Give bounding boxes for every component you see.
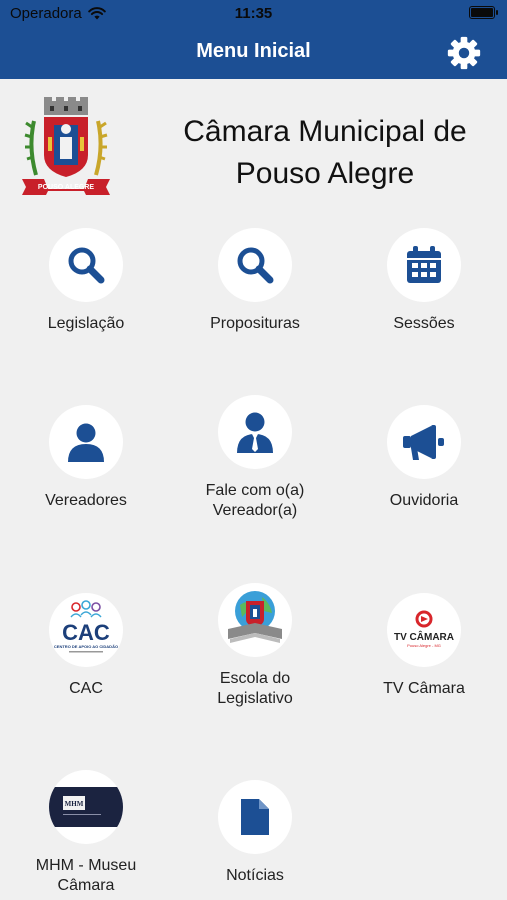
cac-logo: CAC CENTRO DE APOIO AO CIDADÃO — [49, 593, 123, 667]
menu-label-line2: Vereador(a) — [212, 502, 298, 519]
city-crest-logo: POUSO ALEGRE — [22, 97, 110, 195]
mhm-logo: MHM — [49, 770, 123, 844]
crest-banner-text: POUSO ALEGRE — [38, 184, 94, 191]
mhm-logo-text: MHM — [65, 800, 84, 808]
tv-camara-logo-subtitle: Pouso Alegre - MG — [407, 643, 441, 648]
search-icon — [49, 228, 123, 302]
institution-name: Câmara Municipal de Pouso Alegre — [160, 111, 490, 195]
menu-item-ouvidoria[interactable]: Ouvidoria — [344, 405, 504, 511]
calendar-icon — [387, 228, 461, 302]
menu-label-line2: Legislativo — [217, 690, 293, 707]
menu-item-noticias[interactable]: Notícias — [175, 780, 335, 886]
menu-label: CAC — [69, 680, 103, 697]
search-icon — [218, 228, 292, 302]
menu-item-mhm-museu[interactable]: MHM MHM - Museu Câmara — [6, 770, 166, 896]
menu-label: Proposituras — [210, 315, 300, 332]
menu-item-sessoes[interactable]: Sessões — [344, 228, 504, 334]
menu-label-line1: Escola do — [219, 670, 291, 687]
menu-item-tv-camara[interactable]: TV CÂMARA Pouso Alegre - MG TV Câmara — [344, 593, 504, 699]
menu-label: Legislação — [47, 315, 125, 332]
institution-name-line2: Pouso Alegre — [235, 157, 415, 190]
page-title: Menu Inicial — [196, 40, 311, 62]
school-logo — [218, 583, 292, 657]
menu-item-proposituras[interactable]: Proposituras — [175, 228, 335, 334]
status-bar: Operadora 11:35 — [0, 0, 507, 26]
menu-label: Ouvidoria — [389, 492, 459, 509]
menu-item-vereadores[interactable]: Vereadores — [6, 405, 166, 511]
tv-camara-logo-text: TV CÂMARA — [394, 630, 454, 643]
menu-label: Vereadores — [45, 492, 127, 509]
user-tie-icon — [218, 395, 292, 469]
cac-logo-text: CAC — [62, 620, 110, 645]
user-icon — [49, 405, 123, 479]
tv-camara-logo: TV CÂMARA Pouso Alegre - MG — [387, 593, 461, 667]
menu-label: Notícias — [226, 867, 284, 884]
menu-label: TV Câmara — [383, 680, 465, 697]
menu-label: Escola do Legislativo — [175, 669, 335, 709]
menu-label-line2: Câmara — [57, 877, 115, 894]
menu-label: Sessões — [393, 315, 455, 332]
menu-label: Fale com o(a) Vereador(a) — [175, 481, 335, 521]
cac-logo-subtitle: CENTRO DE APOIO AO CIDADÃO — [54, 644, 118, 649]
gear-icon[interactable] — [445, 34, 483, 72]
menu-label-line1: Fale com o(a) — [205, 482, 305, 499]
nav-bar: Menu Inicial — [0, 26, 507, 79]
menu-item-cac[interactable]: CAC CENTRO DE APOIO AO CIDADÃO CAC — [6, 593, 166, 699]
clock: 11:35 — [234, 5, 273, 22]
menu-item-fale-com-vereador[interactable]: Fale com o(a) Vereador(a) — [175, 395, 335, 521]
megaphone-icon — [387, 405, 461, 479]
menu-item-legislacao[interactable]: Legislação — [6, 228, 166, 334]
document-icon — [218, 780, 292, 854]
header: POUSO ALEGRE Câmara Municipal de Pouso A… — [0, 79, 507, 209]
menu-item-escola-legislativo[interactable]: Escola do Legislativo — [175, 583, 335, 709]
menu-label: MHM - Museu Câmara — [6, 856, 166, 896]
institution-name-line1: Câmara Municipal de — [183, 115, 467, 148]
menu-label-line1: MHM - Museu — [35, 857, 137, 874]
battery-icon — [469, 6, 498, 19]
